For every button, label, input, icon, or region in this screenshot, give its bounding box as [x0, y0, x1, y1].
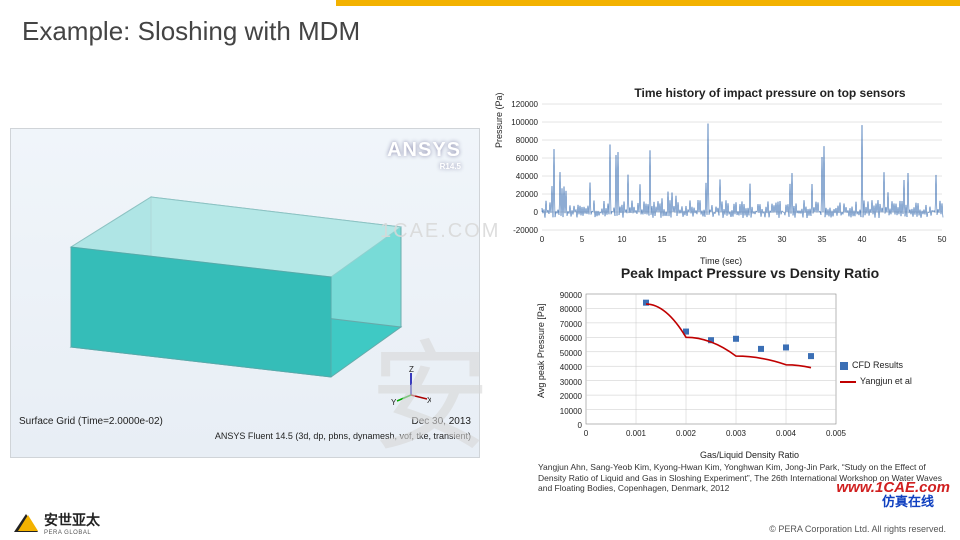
svg-text:50000: 50000	[560, 349, 583, 358]
svg-text:20: 20	[698, 235, 707, 244]
svg-text:35: 35	[818, 235, 827, 244]
svg-text:0.003: 0.003	[726, 429, 747, 438]
svg-text:80000: 80000	[516, 136, 539, 145]
svg-text:0.004: 0.004	[776, 429, 797, 438]
svg-text:-20000: -20000	[513, 226, 538, 235]
chart1-xticks: 0 5 10 15 20 25 30 35 40 45 50	[540, 235, 947, 244]
solver-caption: ANSYS Fluent 14.5 (3d, dp, pbns, dynames…	[215, 431, 471, 441]
svg-text:0.002: 0.002	[676, 429, 697, 438]
svg-text:20000: 20000	[560, 392, 583, 401]
chart1-series	[542, 124, 943, 218]
svg-text:5: 5	[580, 235, 585, 244]
chart2-legend: CFD Results Yangjun et al	[840, 360, 912, 386]
svg-text:10000: 10000	[560, 407, 583, 416]
chart2-ylabel: Avg peak Pressure [Pa]	[536, 304, 546, 398]
svg-text:30: 30	[778, 235, 787, 244]
surface-grid-caption: Surface Grid (Time=2.0000e-02)	[19, 416, 163, 427]
svg-text:0: 0	[534, 208, 539, 217]
svg-text:120000: 120000	[511, 100, 538, 109]
svg-text:0: 0	[584, 429, 589, 438]
svg-text:60000: 60000	[560, 334, 583, 343]
chart1-yticks: 120000 100000 80000 60000 40000 20000 0 …	[511, 100, 538, 235]
svg-text:40000: 40000	[516, 172, 539, 181]
chart2-yticks: 90000 80000 70000 60000 50000 40000 30000 20…	[560, 291, 583, 430]
watermark-cn: 仿真在线	[882, 491, 934, 510]
chart2-xlabel: Gas/Liquid Density Ratio	[700, 450, 799, 460]
company-logo: 安世亚太 PERA GLOBAL	[14, 510, 100, 536]
watermark-cae: 1CAE.COM	[380, 220, 500, 243]
axis-triad: Z X Y	[391, 365, 431, 407]
svg-text:X: X	[427, 396, 431, 405]
svg-text:0.005: 0.005	[826, 429, 847, 438]
time-history-chart: Pressure (Pa) Time (sec) 120000 100000	[500, 98, 950, 254]
svg-text:15: 15	[658, 235, 667, 244]
line-marker-icon	[840, 381, 856, 383]
slide-title: Example: Sloshing with MDM	[22, 16, 360, 47]
chart2-title: Peak Impact Pressure vs Density Ratio	[580, 265, 920, 281]
svg-text:20000: 20000	[516, 190, 539, 199]
svg-text:Y: Y	[391, 398, 397, 405]
chart2-grid	[586, 294, 836, 424]
svg-text:90000: 90000	[560, 291, 583, 300]
svg-text:0.001: 0.001	[626, 429, 647, 438]
copyright: © PERA Corporation Ltd. All rights reser…	[769, 524, 946, 534]
chart1-grid	[542, 104, 942, 230]
svg-text:25: 25	[738, 235, 747, 244]
svg-text:10: 10	[618, 235, 627, 244]
svg-text:45: 45	[898, 235, 907, 244]
chart2-xticks: 0 0.001 0.002 0.003 0.004 0.005	[584, 429, 847, 438]
svg-text:50: 50	[938, 235, 947, 244]
svg-text:100000: 100000	[511, 118, 538, 127]
svg-text:0: 0	[540, 235, 545, 244]
render-viewport: ANSYS R14.5 Z X Y Surface Grid (Time=2.0…	[10, 128, 480, 458]
svg-text:Z: Z	[409, 365, 414, 374]
svg-text:40: 40	[858, 235, 867, 244]
chart1-ylabel: Pressure (Pa)	[494, 92, 504, 148]
square-marker-icon	[840, 362, 848, 370]
svg-text:0: 0	[578, 421, 583, 430]
accent-bar	[336, 0, 960, 6]
svg-text:30000: 30000	[560, 378, 583, 387]
render-date: Dec 30, 2013	[412, 416, 472, 427]
svg-text:70000: 70000	[560, 320, 583, 329]
svg-text:60000: 60000	[516, 154, 539, 163]
svg-text:40000: 40000	[560, 363, 583, 372]
svg-text:80000: 80000	[560, 305, 583, 314]
sloshing-tank-render	[31, 147, 431, 407]
